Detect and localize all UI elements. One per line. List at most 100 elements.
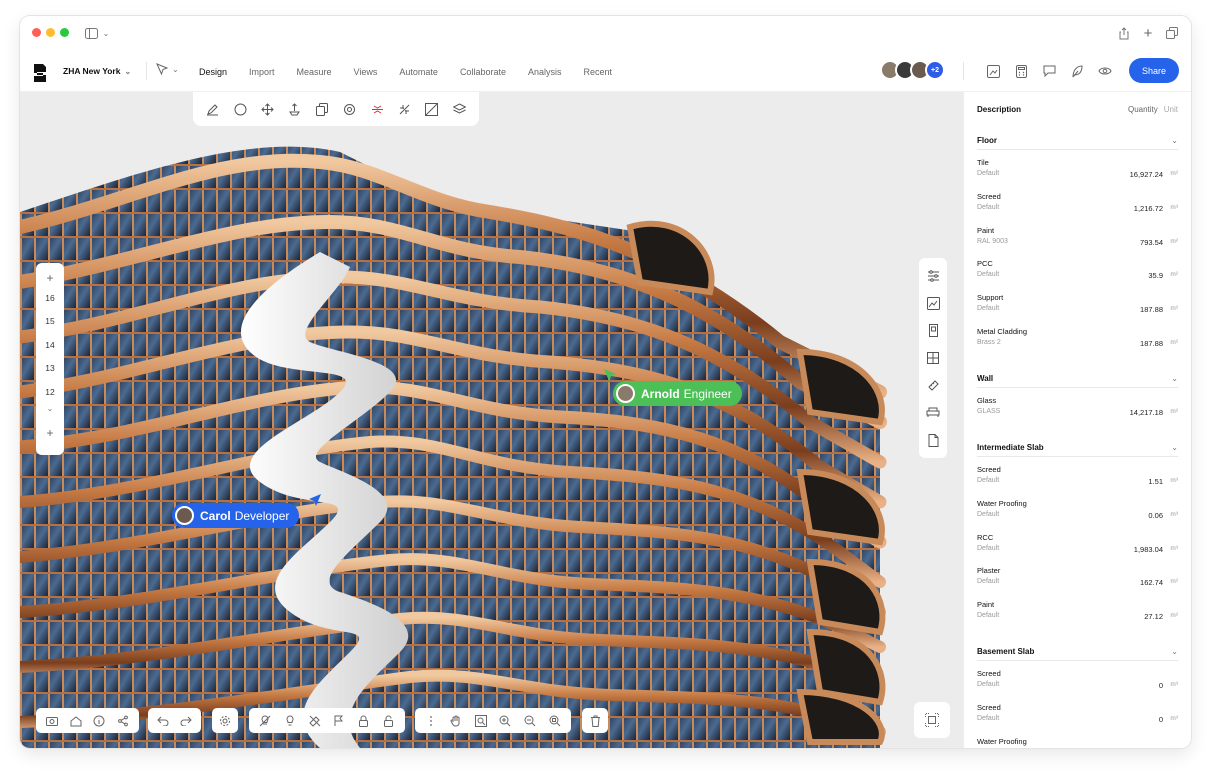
measure-button[interactable] [924,376,942,394]
quantity-row[interactable]: RCC Default 1,983.04 m³ [977,525,1178,559]
tab-analysis[interactable]: Analysis [528,67,562,77]
hide-measure-button[interactable] [307,713,323,729]
copy-tool[interactable] [313,100,331,118]
floor-level-15[interactable]: 15 [45,310,54,333]
quantity-row[interactable]: Glass GLASS 14,217.18 m² [977,388,1178,422]
settings-button[interactable] [217,713,233,729]
minimize-window-button[interactable] [46,28,55,37]
sidebar-icon [84,27,98,39]
move-tool[interactable] [258,100,276,118]
redo-button[interactable] [178,713,194,729]
tab-measure[interactable]: Measure [297,67,332,77]
quantity-row[interactable]: Paint RAL 9003 793.54 m² [977,218,1178,252]
share-button[interactable]: Share [1129,58,1179,83]
floor-level-13[interactable]: 13 [45,357,54,380]
layers-tool[interactable] [450,100,468,118]
export-button[interactable] [1116,24,1132,42]
tab-automate[interactable]: Automate [399,67,438,77]
more-options-button[interactable] [423,713,439,729]
quantity-column-header[interactable]: Quantity [1128,105,1158,114]
delete-button[interactable] [587,713,603,729]
rotate-tool[interactable] [341,100,359,118]
settings-sliders-button[interactable] [924,267,942,285]
preview-button[interactable] [1097,63,1113,79]
pencil-tool[interactable] [204,100,222,118]
chevron-down-icon[interactable]: ⌄ [1171,443,1178,452]
bottom-toolbar-view [36,708,139,733]
zoom-extents-button[interactable] [473,713,489,729]
floor-level-16[interactable]: 16 [45,287,54,310]
push-pull-tool[interactable] [286,100,304,118]
close-window-button[interactable] [32,28,41,37]
section-header[interactable]: Wall ⌄ [977,374,1178,388]
tab-collaborate[interactable]: Collaborate [460,67,506,77]
quantity-row[interactable]: Support Default 187.88 m² [977,285,1178,319]
quantity-row[interactable]: Water Proofing [977,729,1178,748]
3d-viewport[interactable]: + 16 15 14 13 12 ⌄ + Arnold Engineer Car… [20,92,963,748]
quantity-row[interactable]: Plaster Default 162.74 m² [977,558,1178,592]
hide-lights-button[interactable] [257,713,273,729]
annotations-button[interactable] [331,713,347,729]
section-header[interactable]: Floor ⌄ [977,136,1178,150]
quantity-row[interactable]: Tile Default 16,927.24 m² [977,150,1178,184]
tab-import[interactable]: Import [249,67,275,77]
project-switcher[interactable]: ZHA New York ⌄ [63,66,131,76]
snap-tool[interactable] [395,100,413,118]
render-view-button[interactable] [985,63,1001,79]
tab-design[interactable]: Design [199,67,227,77]
home-view-button[interactable] [68,713,84,729]
mirror-tool[interactable] [368,100,386,118]
sustainability-button[interactable] [1069,63,1085,79]
floor-scroll-down-button[interactable]: ⌄ [47,404,54,418]
grid-button[interactable] [924,349,942,367]
pan-button[interactable] [448,713,464,729]
materials-button[interactable] [924,294,942,312]
section-tool[interactable] [423,100,441,118]
undo-button[interactable] [155,713,171,729]
select-tool-button[interactable]: ⌄ [156,63,179,75]
quantity-row[interactable]: Screed Default 0 m³ [977,695,1178,729]
zoom-window-button[interactable] [60,28,69,37]
sidebar-toggle-button[interactable]: ⌄ [82,24,112,42]
unit-column-header[interactable]: Unit [1164,105,1178,114]
info-button[interactable] [91,713,107,729]
duplicate-button[interactable] [1164,24,1180,42]
lock-button[interactable] [356,713,372,729]
quantity-row[interactable]: Screed Default 1,216.72 m³ [977,184,1178,218]
camera-view-button[interactable] [44,713,60,729]
floor-level-14[interactable]: 14 [45,334,54,357]
floor-level-12[interactable]: 12 [45,381,54,404]
floor-up-button[interactable]: + [46,269,53,287]
zoom-out-button[interactable] [522,713,538,729]
share-link-button[interactable] [115,713,131,729]
quantity-row[interactable]: Screed Default 0 m³ [977,661,1178,695]
chevron-down-icon[interactable]: ⌄ [1171,647,1178,656]
elevation-button[interactable] [924,322,942,340]
more-collaborators-badge[interactable]: +2 [925,60,945,80]
floor-add-button[interactable]: + [46,424,53,442]
zoom-window-button[interactable] [547,713,563,729]
tab-views[interactable]: Views [354,67,378,77]
quantity-row[interactable]: PCC Default 35.9 m² [977,251,1178,285]
new-tab-button[interactable]: + [1140,24,1156,42]
minimap-toggle-button[interactable] [914,702,950,738]
document-button[interactable] [924,431,942,449]
calculator-button[interactable] [1013,63,1029,79]
chevron-down-icon[interactable]: ⌄ [1171,374,1178,383]
furniture-button[interactable] [924,404,942,422]
circle-tool[interactable] [231,100,249,118]
tab-recent[interactable]: Recent [583,67,612,77]
quantity-row[interactable]: Paint Default 27.12 m² [977,592,1178,626]
unlock-button[interactable] [381,713,397,729]
chevron-down-icon[interactable]: ⌄ [1171,136,1178,145]
quantity-row[interactable]: Metal Cladding Brass 2 187.88 m² [977,319,1178,353]
sofa-icon [926,407,940,418]
collaborator-avatars[interactable]: +2 [880,60,945,80]
quantity-row[interactable]: Screed Default 1.51 m³ [977,457,1178,491]
comments-button[interactable] [1041,63,1057,79]
zoom-in-button[interactable] [497,713,513,729]
quantity-row[interactable]: Water Proofing Default 0.06 m³ [977,491,1178,525]
section-header[interactable]: Basement Slab ⌄ [977,647,1178,661]
section-header[interactable]: Intermediate Slab ⌄ [977,443,1178,457]
lights-button[interactable] [282,713,298,729]
